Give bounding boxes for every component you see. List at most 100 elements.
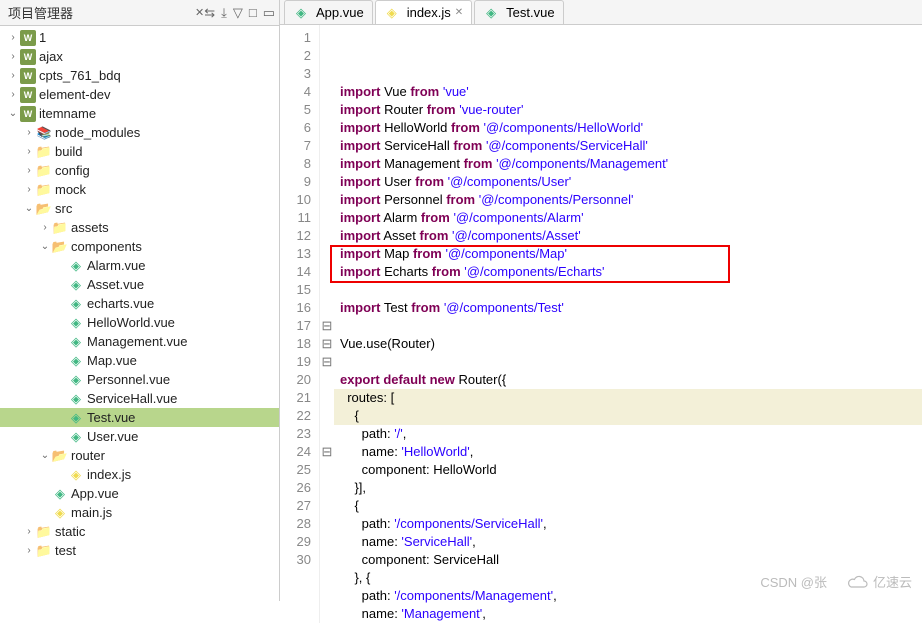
expand-icon[interactable]: ›	[22, 184, 36, 195]
toolbar-icon[interactable]: ▽	[233, 5, 243, 21]
tree-item[interactable]: User.vue	[0, 427, 279, 446]
file-tree[interactable]: ›W1›Wajax›Wcpts_761_bdq›Welement-dev⌄Wit…	[0, 26, 279, 601]
toolbar-icon[interactable]: □	[249, 5, 257, 21]
tree-item[interactable]: › test	[0, 541, 279, 560]
tree-item-label: ServiceHall.vue	[87, 391, 177, 406]
expand-icon[interactable]: ›	[22, 127, 36, 138]
vue-icon	[68, 410, 84, 426]
prj-icon: W	[20, 106, 36, 122]
tree-item[interactable]: echarts.vue	[0, 294, 279, 313]
vue-icon	[68, 315, 84, 331]
tree-item-label: Management.vue	[87, 334, 187, 349]
toolbar-icon[interactable]: ⇆	[204, 5, 215, 21]
explorer-toolbar: ⇆ ⤓ ▽ □ ▭	[204, 5, 275, 21]
close-icon[interactable]: ✕	[455, 7, 463, 18]
tree-item[interactable]: Alarm.vue	[0, 256, 279, 275]
tree-item[interactable]: ›build	[0, 142, 279, 161]
expand-icon[interactable]: ›	[6, 32, 20, 43]
tree-item[interactable]: index.js	[0, 465, 279, 484]
tree-item[interactable]: Asset.vue	[0, 275, 279, 294]
tree-item-label: components	[71, 239, 142, 254]
fld-closed-icon	[36, 543, 52, 559]
vue-icon	[68, 391, 84, 407]
tree-item[interactable]: main.js	[0, 503, 279, 522]
fld-closed-icon	[36, 524, 52, 540]
tree-item-label: Asset.vue	[87, 277, 144, 292]
tree-item[interactable]: ›static	[0, 522, 279, 541]
expand-icon[interactable]: ›	[22, 526, 36, 537]
tree-item-label: ajax	[39, 49, 63, 64]
tree-item-label: Test.vue	[87, 410, 135, 425]
editor-tab[interactable]: Test.vue	[474, 0, 563, 24]
toolbar-icon[interactable]: ▭	[263, 5, 275, 21]
fold-gutter[interactable]: ⊟⊟⊟⊟	[320, 25, 334, 623]
tab-label: App.vue	[316, 5, 364, 20]
editor-tab[interactable]: index.js✕	[375, 0, 472, 24]
tree-item[interactable]: ›Wcpts_761_bdq	[0, 66, 279, 85]
prj-icon: W	[20, 68, 36, 84]
prj-icon: W	[20, 30, 36, 46]
vue-icon	[483, 5, 499, 21]
expand-icon[interactable]: ›	[6, 70, 20, 81]
expand-icon[interactable]: ⌄	[22, 203, 36, 214]
tree-item[interactable]: Map.vue	[0, 351, 279, 370]
prj-icon: W	[20, 49, 36, 65]
tree-item-label: element-dev	[39, 87, 111, 102]
tree-item-label: HelloWorld.vue	[87, 315, 175, 330]
tree-item[interactable]: ›W1	[0, 28, 279, 47]
tree-item-label: router	[71, 448, 105, 463]
vue-icon	[68, 258, 84, 274]
code-editor[interactable]: 1234567891011121314151617181920212223242…	[280, 25, 922, 623]
close-icon[interactable]: ✕	[195, 6, 204, 19]
tree-item[interactable]: ⌄Witemname	[0, 104, 279, 123]
expand-icon[interactable]: ›	[22, 146, 36, 157]
expand-icon[interactable]: ⌄	[6, 108, 20, 119]
fld-closed-icon	[36, 144, 52, 160]
tree-item[interactable]: Management.vue	[0, 332, 279, 351]
tree-item-label: Map.vue	[87, 353, 137, 368]
expand-icon[interactable]: ›	[22, 545, 36, 556]
expand-icon[interactable]: ›	[6, 51, 20, 62]
tree-item[interactable]: › mock	[0, 180, 279, 199]
tree-item[interactable]: ⌄src	[0, 199, 279, 218]
tree-item-label: mock	[55, 182, 86, 197]
expand-icon[interactable]: ›	[38, 222, 52, 233]
expand-icon[interactable]: ⌄	[38, 450, 52, 461]
tree-item[interactable]: App.vue	[0, 484, 279, 503]
tree-item-label: cpts_761_bdq	[39, 68, 121, 83]
fld-closed-icon	[36, 182, 52, 198]
tree-item[interactable]: ›config	[0, 161, 279, 180]
tree-item[interactable]: ›Welement-dev	[0, 85, 279, 104]
editor-tab[interactable]: App.vue	[284, 0, 373, 24]
toolbar-icon[interactable]: ⤓	[221, 5, 227, 21]
fld-open-icon	[52, 239, 68, 255]
expand-icon[interactable]: ›	[6, 89, 20, 100]
tree-item-label: itemname	[39, 106, 96, 121]
tree-item[interactable]: Test.vue	[0, 408, 279, 427]
tree-item[interactable]: ⌄ components	[0, 237, 279, 256]
tree-item-label: Personnel.vue	[87, 372, 170, 387]
fld-closed-icon	[52, 220, 68, 236]
vue-icon	[68, 372, 84, 388]
tree-item[interactable]: HelloWorld.vue	[0, 313, 279, 332]
tree-item[interactable]: ServiceHall.vue	[0, 389, 279, 408]
tree-item-label: index.js	[87, 467, 131, 482]
tree-item[interactable]: ⌄ router	[0, 446, 279, 465]
expand-icon[interactable]: ›	[22, 165, 36, 176]
expand-icon[interactable]: ⌄	[38, 241, 52, 252]
tree-item[interactable]: ›node_modules	[0, 123, 279, 142]
vue-icon	[68, 334, 84, 350]
vue-icon	[68, 296, 84, 312]
tree-item[interactable]: ›assets	[0, 218, 279, 237]
fld-open-icon	[52, 448, 68, 464]
code-content[interactable]: import Vue from 'vue'import Router from …	[334, 25, 922, 623]
prj-icon: W	[20, 87, 36, 103]
tree-item-label: test	[55, 543, 76, 558]
js-icon	[68, 467, 84, 483]
vue-icon	[68, 353, 84, 369]
vue-icon	[293, 5, 309, 21]
tree-item[interactable]: Personnel.vue	[0, 370, 279, 389]
tree-item-label: main.js	[71, 505, 112, 520]
js-icon	[52, 505, 68, 521]
tree-item[interactable]: ›Wajax	[0, 47, 279, 66]
